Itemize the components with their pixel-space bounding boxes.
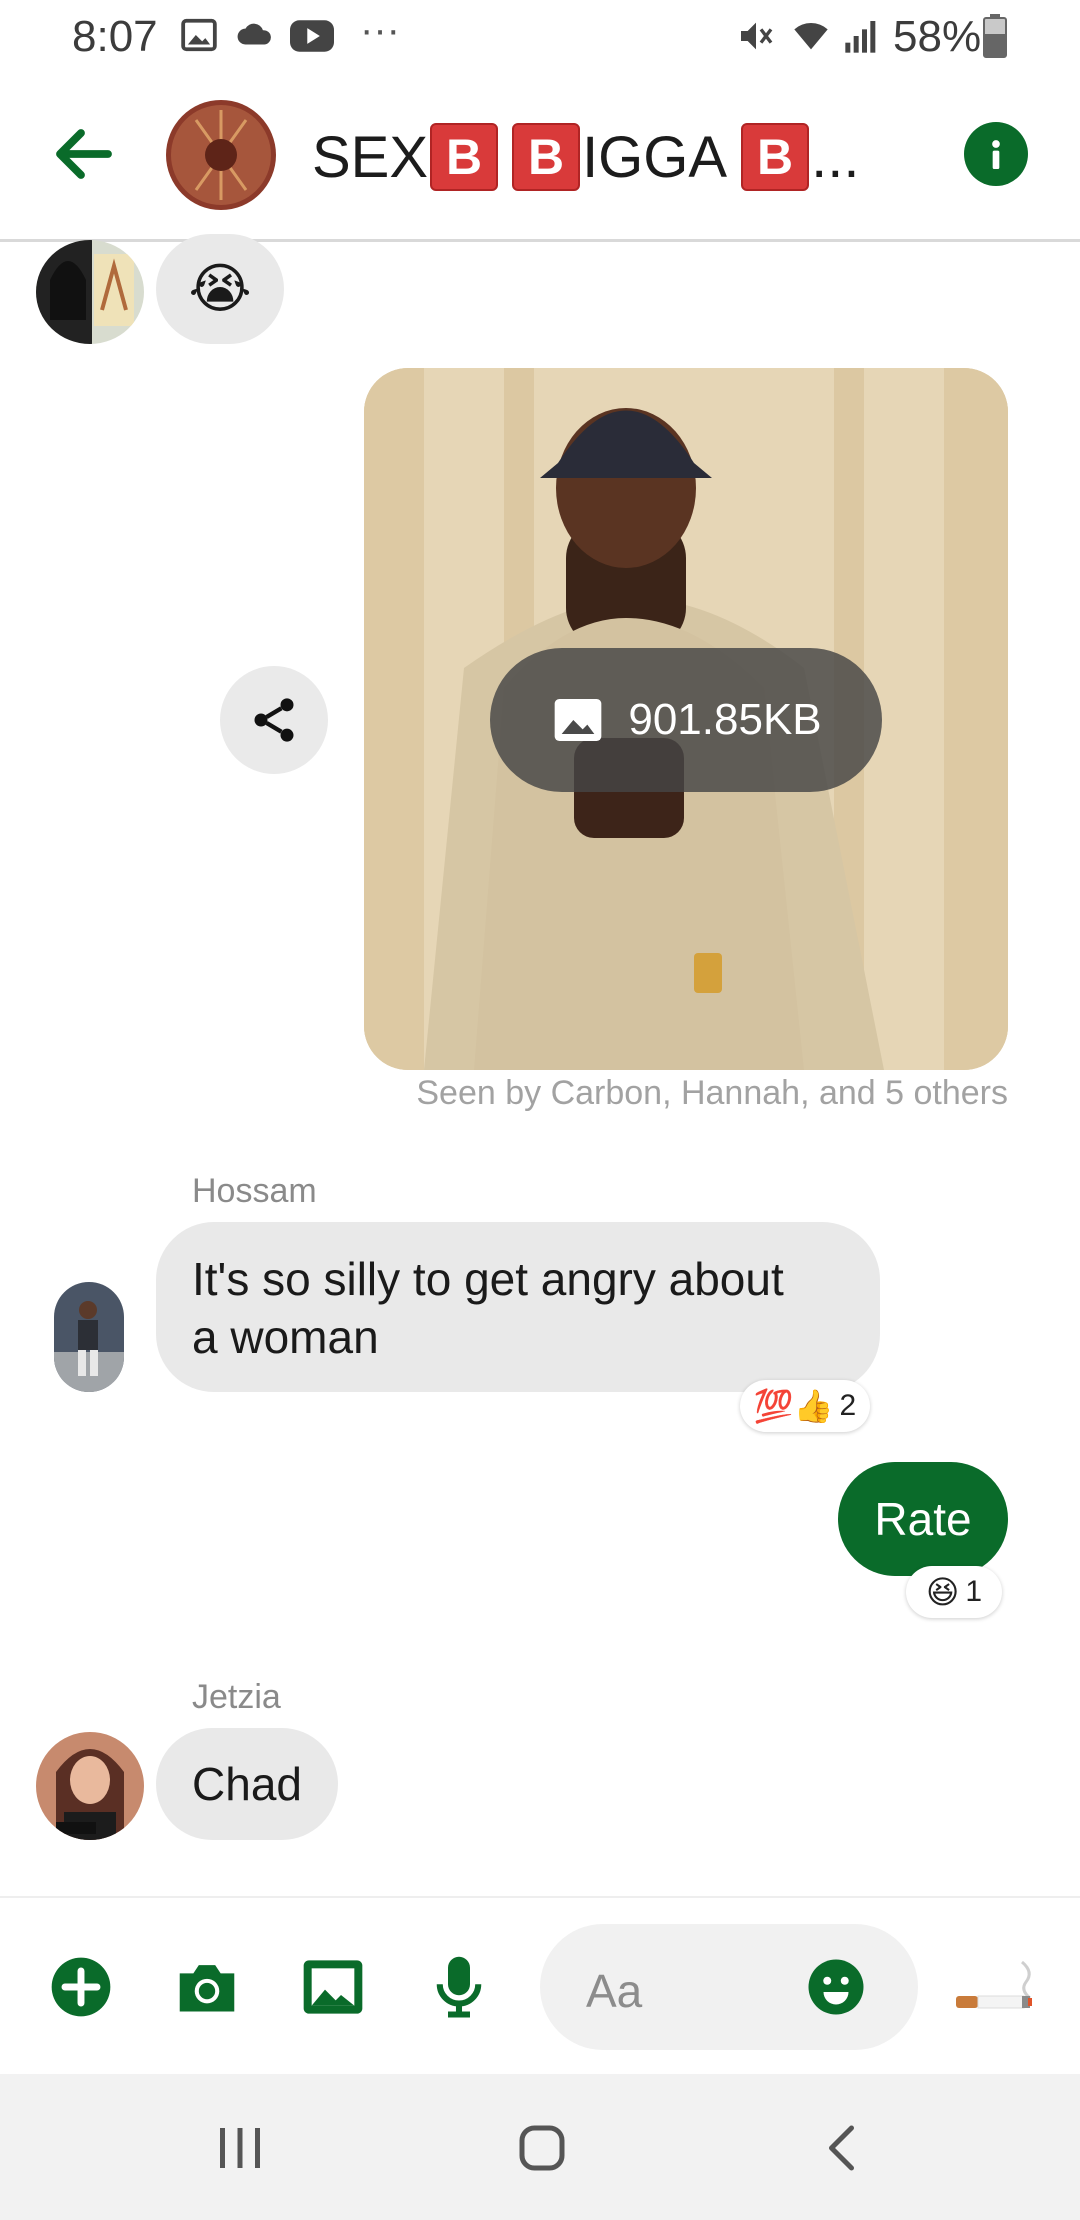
image-icon <box>555 699 602 741</box>
status-time: 8:07 <box>72 12 158 61</box>
wifi-icon <box>794 22 828 50</box>
message-composer: Aa <box>0 1896 1080 2074</box>
photo-message[interactable]: 901.85KB <box>364 368 1008 1070</box>
microphone-icon[interactable] <box>424 1952 494 2022</box>
sender-name: Hossam <box>192 1172 317 1210</box>
message-text-line: a woman <box>192 1311 379 1363</box>
b-button-emoji: B <box>430 123 499 191</box>
group-avatar[interactable] <box>166 100 276 210</box>
photo-size-overlay: 901.85KB <box>490 648 882 792</box>
title-ellipsis: ... <box>811 124 860 190</box>
avatar[interactable] <box>36 1732 144 1840</box>
b-button-emoji: B <box>741 123 810 191</box>
share-button[interactable] <box>220 666 328 774</box>
signal-icon <box>845 21 876 53</box>
cigarette-icon[interactable] <box>954 1958 1044 2022</box>
reaction-emoji: 😆 <box>925 1574 960 1610</box>
cloud-icon <box>237 23 271 45</box>
avatar[interactable] <box>54 1282 124 1392</box>
seen-receipt: Seen by Carbon, Hannah, and 5 others <box>416 1074 1008 1112</box>
message-text: Chad <box>192 1758 302 1810</box>
sender-name: Jetzia <box>192 1678 281 1716</box>
battery-icon <box>983 14 1007 58</box>
title-part-2: IGGA <box>582 124 728 190</box>
photo-size-label: 901.85KB <box>628 695 822 744</box>
reaction-emojis: 💯👍 <box>753 1388 834 1424</box>
outgoing-message-bubble[interactable]: Rate <box>838 1462 1008 1576</box>
mute-icon <box>741 22 773 50</box>
message-input[interactable]: Aa <box>540 1924 918 2050</box>
emoji-message[interactable]: 😭 <box>156 234 284 344</box>
message-text-line: It's so silly to get angry about <box>192 1253 784 1305</box>
avatar[interactable] <box>36 240 144 344</box>
home-icon[interactable] <box>512 2118 572 2178</box>
back-icon[interactable] <box>814 2118 874 2178</box>
reaction-count: 1 <box>965 1575 983 1608</box>
gallery-notification-icon <box>181 18 217 52</box>
more-notifications-icon: ··· <box>360 8 400 52</box>
system-nav-bar <box>0 2074 1080 2220</box>
message-bubble[interactable]: It's so silly to get angry about a woman <box>156 1222 880 1392</box>
message-reactions[interactable]: 😆 1 <box>906 1566 1002 1618</box>
crying-emoji: 😭 <box>188 259 252 319</box>
smiley-icon[interactable] <box>806 1957 866 2017</box>
battery-percent: 58% <box>893 12 982 61</box>
message-bubble[interactable]: Chad <box>156 1728 338 1840</box>
reaction-count: 2 <box>839 1389 857 1422</box>
b-button-emoji: B <box>512 123 581 191</box>
message-reactions[interactable]: 💯👍 2 <box>740 1380 870 1432</box>
conversation-title[interactable]: SEX B B IGGA B ... <box>312 122 859 192</box>
message-text: Rate <box>874 1493 972 1545</box>
title-part-1: SEX <box>312 124 429 190</box>
gallery-icon[interactable] <box>298 1952 368 2022</box>
youtube-icon <box>290 20 334 52</box>
message-input-placeholder: Aa <box>586 1965 643 2017</box>
info-icon[interactable] <box>964 122 1028 186</box>
share-icon <box>254 698 294 742</box>
conversation-header: SEX B B IGGA B ... <box>0 78 1080 242</box>
status-bar: 8:07 ··· 58% <box>0 0 1080 78</box>
plus-icon[interactable] <box>46 1952 116 2022</box>
arrow-left-icon[interactable] <box>48 118 120 190</box>
camera-icon[interactable] <box>172 1952 242 2022</box>
recents-icon[interactable] <box>210 2118 270 2178</box>
